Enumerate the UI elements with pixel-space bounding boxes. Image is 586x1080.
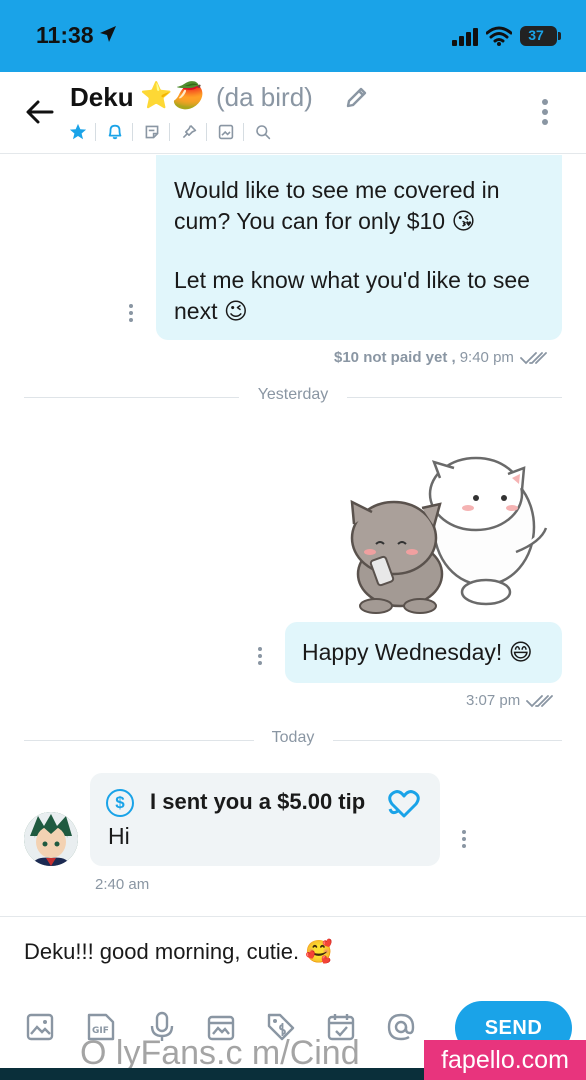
dollar-icon: $ (106, 789, 134, 817)
message-meta: 2:40 am (95, 876, 149, 893)
search-icon[interactable] (253, 122, 273, 142)
bell-icon[interactable] (105, 122, 125, 142)
star-icon[interactable] (68, 122, 88, 142)
message-text: Happy Wednesday! 😄 (302, 639, 533, 665)
battery-icon: 37 (520, 26, 561, 46)
signal-icon (452, 28, 480, 51)
message-time: 3:07 pm (466, 692, 521, 709)
location-arrow-icon (98, 24, 118, 49)
date-divider-label: Yesterday (257, 386, 329, 403)
message-time: 2:40 am (95, 876, 150, 893)
message-line: next 😉 (174, 298, 248, 324)
tip-title: I sent you a $5.00 tip (150, 789, 366, 814)
date-divider: Today (24, 729, 562, 751)
date-divider-label: Today (271, 729, 315, 746)
more-options-icon[interactable] (540, 98, 550, 133)
note-icon[interactable] (142, 122, 162, 142)
back-arrow-icon[interactable] (22, 94, 58, 130)
cat-sticker[interactable] (336, 432, 562, 618)
message-options-icon[interactable] (127, 303, 135, 328)
wifi-icon (485, 26, 513, 51)
message-time: 9:40 pm (459, 349, 514, 366)
heart-icon[interactable] (388, 789, 420, 824)
incoming-tip-message[interactable]: $ I sent you a $5.00 tip Hi (90, 773, 440, 866)
double-check-icon (520, 351, 547, 364)
message-input[interactable]: Deku!!! good morning, cutie. 🥰 (24, 939, 333, 965)
contact-emoji: ⭐🥭 (140, 80, 205, 110)
outgoing-message[interactable]: Happy Wednesday! 😄 (285, 622, 562, 683)
double-check-icon (526, 694, 554, 707)
message-line: cum? You can for only $10 😘 (174, 208, 476, 234)
chat-header: Deku ⭐🥭 (da bird) (0, 72, 586, 154)
message-options-icon[interactable] (460, 829, 468, 854)
avatar[interactable] (24, 812, 78, 866)
media-icon[interactable] (216, 122, 236, 142)
status-bar: 11:38 37 (0, 0, 586, 72)
tip-message-text: Hi (108, 823, 130, 849)
pin-icon[interactable] (179, 122, 199, 142)
image-icon[interactable] (24, 1011, 56, 1043)
date-divider: Yesterday (24, 386, 562, 408)
outgoing-message[interactable]: Would like to see me covered in cum? You… (156, 155, 562, 340)
message-options-icon[interactable] (256, 646, 264, 671)
contact-name[interactable]: Deku (70, 82, 134, 113)
message-line: Let me know what you'd like to see (174, 267, 530, 293)
battery-level: 37 (528, 27, 544, 43)
pencil-icon[interactable] (344, 84, 370, 115)
contact-nickname[interactable]: (da bird) (216, 82, 313, 113)
mention-icon[interactable] (385, 1011, 417, 1043)
payment-status: $10 not paid yet , (334, 349, 456, 366)
fapello-watermark: fapello.com (424, 1040, 586, 1080)
header-actions (68, 121, 280, 143)
message-meta: $10 not paid yet , 9:40 pm (334, 349, 548, 366)
message-line: Would like to see me covered in (174, 177, 500, 203)
message-meta: 3:07 pm (466, 692, 554, 709)
status-time: 11:38 (36, 22, 94, 48)
